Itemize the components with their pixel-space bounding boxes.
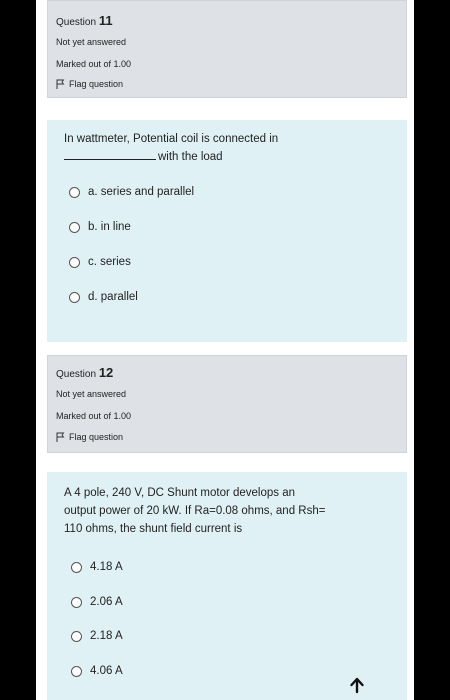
q11-option-d[interactable]: d. parallel [69,291,138,303]
q12-option-4[interactable]: 4.06 A [71,665,123,677]
radio-icon[interactable] [69,291,80,303]
q12-option-1[interactable]: 4.18 A [71,561,123,573]
question-number: 12 [98,365,114,380]
option-label: b. in line [88,221,131,233]
flag-question-label: Flag question [69,432,124,442]
question-11-text: In wattmeter, Potential coil is connecte… [64,130,278,166]
q11-option-a[interactable]: a. series and parallel [69,186,194,198]
question-12-state: Not yet answered [56,389,127,399]
question-11-info: Question 11 Not yet answered Marked out … [47,0,407,98]
question-text-line: output power of 20 kW. If Ra=0.08 ohms, … [64,505,326,517]
fill-in-blank [64,150,156,160]
question-number: 11 [98,13,113,28]
radio-icon[interactable] [69,221,80,233]
question-12-flag-link[interactable]: Flag question [56,432,123,442]
flag-icon [56,432,65,442]
question-11-grade: Marked out of 1.00 [56,59,132,69]
radio-icon[interactable] [69,256,80,268]
radio-icon[interactable] [71,561,82,573]
question-text-line: A 4 pole, 240 V, DC Shunt motor develops… [64,487,296,499]
question-text-line: In wattmeter, Potential coil is connecte… [64,133,279,145]
question-12-grade: Marked out of 1.00 [56,411,132,421]
question-11-content: In wattmeter, Potential coil is connecte… [47,120,407,342]
option-label: 4.06 A [90,665,123,677]
question-12-content: A 4 pole, 240 V, DC Shunt motor develops… [47,472,407,700]
option-label: c. series [88,256,131,268]
question-11-flag-link[interactable]: Flag question [56,79,123,89]
question-label: Question [56,369,97,380]
option-label: 2.18 A [90,630,123,642]
flag-question-label: Flag question [69,79,124,89]
flag-icon [56,79,65,89]
q12-option-2[interactable]: 2.06 A [71,596,123,608]
option-label: 4.18 A [90,561,123,573]
radio-icon[interactable] [71,596,82,608]
option-label: 2.06 A [90,596,123,608]
question-text-line: with the load [64,148,278,166]
question-text-suffix: with the load [158,151,223,163]
question-11-state: Not yet answered [56,37,127,47]
option-label: d. parallel [88,291,138,303]
quiz-page: Question 11 Not yet answered Marked out … [36,0,414,700]
radio-icon[interactable] [71,665,82,677]
question-12-info: Question 12 Not yet answered Marked out … [47,355,407,453]
q11-option-c[interactable]: c. series [69,256,131,268]
q12-option-3[interactable]: 2.18 A [71,630,123,642]
question-12-number: Question 12 [56,365,113,380]
radio-icon[interactable] [69,186,80,198]
question-label: Question [56,17,97,28]
arrow-up-icon[interactable] [348,676,366,694]
q11-option-b[interactable]: b. in line [69,221,131,233]
question-11-number: Question 11 [56,13,113,28]
radio-icon[interactable] [71,630,82,642]
question-12-text: A 4 pole, 240 V, DC Shunt motor develops… [64,484,325,538]
option-label: a. series and parallel [88,186,195,198]
question-text-line: 110 ohms, the shunt field current is [64,523,243,535]
